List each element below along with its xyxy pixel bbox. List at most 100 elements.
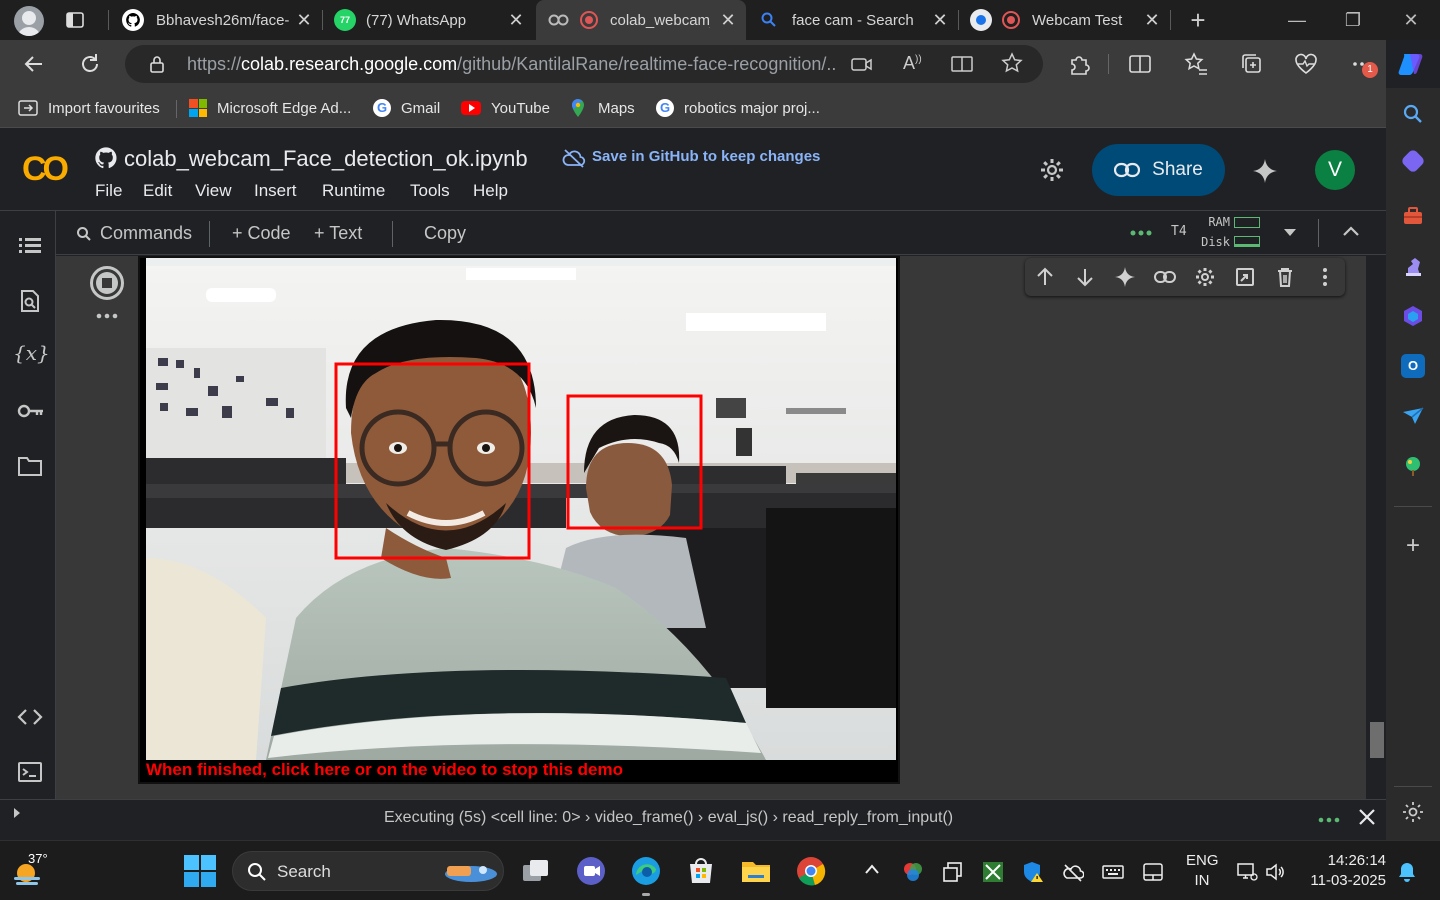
add-sidebar-app-icon[interactable]: + bbox=[1401, 534, 1425, 558]
favorite-star-icon[interactable] bbox=[1001, 52, 1023, 74]
read-aloud-icon[interactable]: A)) bbox=[903, 53, 922, 74]
colab-logo[interactable]: CO bbox=[22, 150, 69, 189]
disk-meter[interactable] bbox=[1234, 236, 1260, 247]
drop-send-icon[interactable] bbox=[1401, 404, 1425, 428]
green-app-tray-icon[interactable] bbox=[982, 861, 1004, 883]
microsoft-store-icon[interactable] bbox=[685, 855, 717, 887]
chrome-icon[interactable] bbox=[795, 855, 827, 887]
tab-colab-active[interactable]: colab_webcam_ ✕ bbox=[536, 0, 746, 40]
collapse-chevron-up-icon[interactable] bbox=[1342, 225, 1360, 237]
touchpad-tray-icon[interactable] bbox=[1142, 861, 1164, 883]
edge-browser-icon[interactable] bbox=[630, 855, 662, 887]
close-status-icon[interactable] bbox=[1358, 808, 1376, 826]
windows-start-icon[interactable] bbox=[184, 855, 216, 887]
sidebar-settings-icon[interactable] bbox=[1401, 800, 1425, 824]
bookmark-edge-addons[interactable]: Microsoft Edge Ad... bbox=[189, 88, 351, 128]
split-screen-icon[interactable] bbox=[1126, 50, 1154, 78]
cell-settings-gear-icon[interactable] bbox=[1194, 266, 1216, 288]
menu-help[interactable]: Help bbox=[473, 181, 508, 201]
code-snippets-icon[interactable] bbox=[17, 704, 43, 730]
system-clock[interactable]: 14:26:14 11-03-2025 bbox=[1306, 851, 1386, 891]
extensions-icon[interactable] bbox=[1066, 50, 1094, 78]
immersive-reader-icon[interactable] bbox=[951, 54, 973, 74]
security-warning-tray-icon[interactable] bbox=[1022, 861, 1044, 883]
microsoft365-icon[interactable] bbox=[1401, 304, 1425, 328]
move-cell-down-icon[interactable] bbox=[1074, 266, 1096, 288]
outlook-icon[interactable]: O bbox=[1401, 354, 1425, 378]
refresh-icon[interactable] bbox=[76, 50, 104, 78]
gemini-sparkle-icon[interactable] bbox=[1252, 158, 1278, 184]
table-of-contents-icon[interactable] bbox=[17, 233, 43, 259]
bookmark-gmail[interactable]: G Gmail bbox=[373, 88, 440, 128]
ram-meter[interactable] bbox=[1234, 217, 1260, 228]
delete-cell-icon[interactable] bbox=[1274, 266, 1296, 288]
designer-tree-icon[interactable] bbox=[1401, 454, 1425, 478]
secrets-key-icon[interactable] bbox=[17, 398, 43, 424]
browser-essentials-icon[interactable] bbox=[1292, 50, 1320, 78]
share-button[interactable]: Share bbox=[1092, 144, 1225, 196]
tab-webcam-test[interactable]: Webcam Test ✕ bbox=[960, 0, 1170, 40]
tab-close-icon[interactable]: ✕ bbox=[294, 10, 314, 30]
files-folder-icon[interactable] bbox=[17, 453, 43, 479]
stop-execution-icon[interactable] bbox=[90, 266, 124, 300]
restore-button[interactable]: ❐ bbox=[1338, 8, 1368, 32]
commands-button[interactable]: Commands bbox=[76, 223, 192, 244]
notebook-title[interactable]: colab_webcam_Face_detection_ok.ipynb bbox=[124, 146, 528, 172]
onedrive-off-tray-icon[interactable] bbox=[1062, 861, 1084, 883]
settings-gear-icon[interactable] bbox=[1038, 156, 1066, 184]
gemini-sparkle-icon[interactable] bbox=[1114, 266, 1136, 288]
network-icon[interactable] bbox=[1236, 861, 1258, 883]
tab-close-icon[interactable]: ✕ bbox=[1142, 10, 1162, 30]
menu-edit[interactable]: Edit bbox=[143, 181, 172, 201]
tab-close-icon[interactable]: ✕ bbox=[930, 10, 950, 30]
notebook-scrollbar[interactable] bbox=[1370, 722, 1384, 758]
copy-windows-tray-icon[interactable] bbox=[942, 861, 964, 883]
new-tab-button[interactable]: + bbox=[1184, 6, 1212, 34]
webcam-video-feed[interactable] bbox=[146, 258, 896, 760]
language-indicator[interactable]: ENG IN bbox=[1186, 851, 1219, 891]
bookmark-robotics[interactable]: G robotics major proj... bbox=[656, 88, 820, 128]
bookmark-maps[interactable]: Maps bbox=[570, 88, 635, 128]
task-view-icon[interactable] bbox=[520, 855, 552, 887]
add-code-button[interactable]: + Code bbox=[232, 223, 291, 244]
keyboard-tray-icon[interactable] bbox=[1102, 861, 1124, 883]
runtime-dropdown-icon[interactable] bbox=[1284, 229, 1296, 236]
terminal-icon[interactable] bbox=[17, 759, 43, 785]
find-replace-icon[interactable] bbox=[17, 288, 43, 314]
taskbar-search-box[interactable]: Search bbox=[232, 851, 504, 891]
menu-view[interactable]: View bbox=[195, 181, 232, 201]
address-bar[interactable]: https://colab.research.google.com/github… bbox=[125, 45, 1043, 83]
tab-close-icon[interactable]: ✕ bbox=[718, 10, 738, 30]
show-hidden-icons-chevron[interactable] bbox=[864, 863, 880, 875]
cell-more-icon[interactable] bbox=[96, 312, 118, 320]
volume-icon[interactable] bbox=[1264, 861, 1286, 883]
stop-demo-text[interactable]: When finished, click here or on the vide… bbox=[146, 760, 623, 780]
tab-github[interactable]: Bbhavesh26m/face- ✕ bbox=[112, 0, 322, 40]
add-text-button[interactable]: + Text bbox=[314, 223, 362, 244]
tab-whatsapp[interactable]: 77 (77) WhatsApp ✕ bbox=[324, 0, 534, 40]
lock-icon[interactable] bbox=[147, 54, 167, 74]
favorites-icon[interactable] bbox=[1182, 50, 1210, 78]
variables-icon[interactable]: {x} bbox=[13, 341, 50, 367]
cell-more-vert-icon[interactable] bbox=[1314, 266, 1336, 288]
file-explorer-icon[interactable] bbox=[740, 855, 772, 887]
camera-in-use-icon[interactable] bbox=[851, 54, 873, 74]
minimize-button[interactable]: — bbox=[1282, 8, 1312, 32]
menu-file[interactable]: File bbox=[95, 181, 122, 201]
expand-chevron-icon[interactable] bbox=[14, 808, 20, 818]
bookmark-import-favourites[interactable]: Import favourites bbox=[18, 88, 160, 128]
meet-chat-icon[interactable] bbox=[575, 855, 607, 887]
profile-avatar[interactable] bbox=[14, 6, 44, 36]
tools-briefcase-icon[interactable] bbox=[1401, 204, 1425, 228]
collections-icon[interactable] bbox=[1238, 50, 1266, 78]
games-chess-icon[interactable] bbox=[1401, 254, 1425, 278]
color-app-tray-icon[interactable] bbox=[902, 861, 924, 883]
user-avatar[interactable]: V bbox=[1315, 150, 1355, 190]
bookmark-youtube[interactable]: YouTube bbox=[461, 88, 550, 128]
tab-close-icon[interactable]: ✕ bbox=[506, 10, 526, 30]
save-in-github-link[interactable]: Save in GitHub to keep changes bbox=[592, 148, 820, 165]
notifications-bell-icon[interactable] bbox=[1396, 861, 1418, 883]
move-cell-up-icon[interactable] bbox=[1034, 266, 1056, 288]
menu-insert[interactable]: Insert bbox=[254, 181, 297, 201]
mirror-cell-tab-icon[interactable] bbox=[1234, 266, 1256, 288]
